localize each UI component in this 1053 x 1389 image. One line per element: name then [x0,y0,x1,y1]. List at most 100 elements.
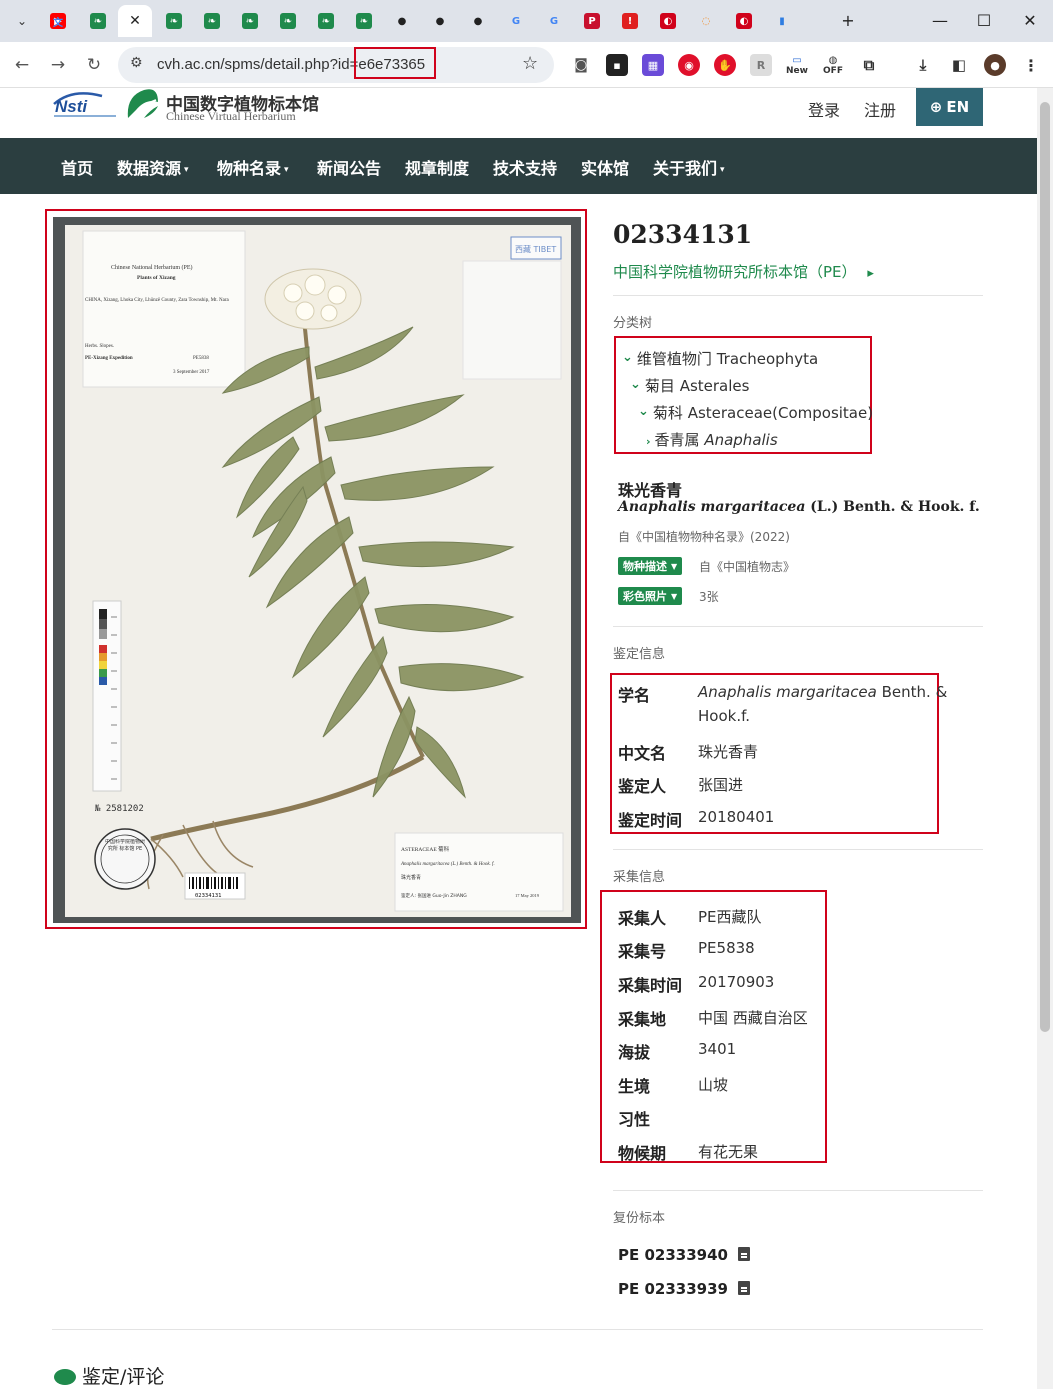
scrollbar-thumb[interactable] [1040,102,1050,1032]
divider [613,849,983,850]
species-description-label: 物种描述 [623,560,667,573]
logo-english-title[interactable]: Chinese Virtual Herbarium [166,109,296,124]
nav-item[interactable]: 物种名录 ▾ [217,155,289,179]
chevron-right-icon[interactable]: › [646,435,651,448]
browser-tab[interactable]: ◐ [650,5,686,37]
close-icon[interactable]: ✕ [127,13,143,29]
red-circle-icon: ◐ [736,13,752,29]
extension-gray-icon[interactable]: R [750,54,772,76]
nav-item[interactable]: 实体馆 [581,155,629,179]
tab-search-dropdown[interactable]: ⌄ [4,5,40,37]
det-date: 17 May 2019 [515,893,540,898]
browser-tab[interactable]: ❧ [308,5,344,37]
browser-tab[interactable]: P [574,5,610,37]
site-info-icon[interactable]: ⚙ [130,55,143,71]
browser-tab[interactable]: ❧ [346,5,382,37]
nav-item[interactable]: 新闻公告 [317,155,381,179]
browser-tab[interactable]: ! [612,5,648,37]
arrow-right-icon: → [50,55,66,75]
color-photos-button[interactable]: 彩色照片 ▼ [618,587,683,605]
forward-button[interactable]: → [46,53,70,77]
species-description-button[interactable]: 物种描述 ▼ [618,557,683,575]
document-icon[interactable] [737,1247,750,1261]
extension-hand-icon[interactable]: ✋ [714,54,736,76]
extensions-puzzle-icon[interactable]: ⧉ [858,54,880,76]
nav-item[interactable]: 数据资源 ▾ [117,155,189,179]
browser-tab[interactable]: ◌ [688,5,724,37]
translate-icon: 文 [53,17,63,29]
document-icon[interactable] [737,1281,750,1295]
url-input[interactable]: ⚙ cvh.ac.cn/spms/detail.php?id=e6e73365 … [118,47,554,83]
nav-item[interactable]: 关于我们 ▾ [653,155,725,179]
browser-tab[interactable]: ✕ [118,5,152,37]
camera-icon[interactable]: ◙ [570,54,592,76]
browser-tab[interactable]: ❧ [232,5,268,37]
chevron-down-icon[interactable]: ⌄ [630,377,641,392]
ident-key-date: 鉴定时间 [618,811,683,830]
taxonomy-node[interactable]: ⌄ 维管植物门 Tracheophyta [622,348,818,369]
chevron-down-icon[interactable]: ⌄ [638,404,649,419]
plus-icon: + [841,10,855,30]
new-tab-button[interactable]: + [834,8,862,32]
species-scientific-name: Anaphalis margaritacea (L.) Benth. & Hoo… [618,499,980,515]
github-icon: ● [397,15,407,27]
browser-tab[interactable]: ◐ [726,5,762,37]
extension-grid-icon[interactable]: ▦ [642,54,664,76]
extension-off-icon[interactable]: ◍ OFF [822,54,844,76]
browser-tab[interactable]: ● [422,5,458,37]
taxonomy-node[interactable]: › 香青属 Anaphalis [646,429,778,450]
extension-new-label: New [786,65,808,76]
chevron-down-icon[interactable]: ⌄ [622,350,633,365]
collection-value: 20170903 [698,973,775,991]
maximize-button[interactable]: ☐ [970,8,998,32]
specimen-image[interactable]: Chinese National Herbarium (PE) Plants o… [53,217,581,923]
duplicate-item-label: PE 02333940 [618,1246,728,1264]
extension-weibo-icon[interactable]: ◉ [678,54,700,76]
herbarium-seal-text: 中国科学院植物研究所 标本馆 PE [105,839,145,852]
taxonomy-node-latin: Tracheophyta [716,350,819,368]
institution-link[interactable]: 中国科学院植物研究所标本馆（PE） ▸ [613,261,874,282]
bookmark-star-icon[interactable]: ☆ [522,53,538,74]
login-link[interactable]: 登录 [808,97,840,121]
nav-item[interactable]: 首页 [61,155,93,179]
duplicate-item[interactable]: PE 02333939 [618,1280,750,1298]
nav-item-label: 数据资源 [117,159,182,178]
language-switch-button[interactable]: ⊕ EN [916,88,983,126]
browser-tab[interactable]: 文 [40,5,76,37]
browser-tab[interactable]: ❧ [156,5,192,37]
ident-value-date: 20180401 [698,808,775,826]
browser-tab[interactable]: G [498,5,534,37]
label-expedition: PE-Xizang Expedition [85,356,133,361]
nav-item-label: 物种名录 [217,159,282,178]
register-link[interactable]: 注册 [864,97,896,121]
browser-tab[interactable]: ❧ [194,5,230,37]
browser-menu-icon[interactable]: ⋮ [1020,54,1042,76]
extension-new-icon[interactable]: ▭ New [786,54,808,76]
browser-tab[interactable]: ● [384,5,420,37]
duplicate-item[interactable]: PE 02333940 [618,1246,750,1264]
page-scrollbar[interactable] [1037,88,1053,1389]
taxonomy-node[interactable]: ⌄ 菊科 Asteraceae(Compositae) [638,402,873,423]
species-chinese-name: 珠光香青 [618,481,683,500]
caret-down-icon: ▾ [184,165,189,175]
browser-tab[interactable]: G [536,5,572,37]
back-button[interactable]: ← [10,53,34,77]
download-icon[interactable]: ⤓ [912,54,934,76]
minimize-button[interactable]: — [926,8,954,32]
browser-tab[interactable]: ❧ [80,5,116,37]
browser-tab[interactable]: ● [460,5,496,37]
side-panel-icon[interactable]: ◧ [948,54,970,76]
nsti-logo[interactable]: Nsti [52,90,118,120]
taxonomy-node[interactable]: ⌄ 菊目 Asterales [630,375,749,396]
extension-mask-icon[interactable]: ▪ [606,54,628,76]
cvh-leaf-logo[interactable] [124,88,160,122]
comments-icon [54,1369,76,1385]
profile-avatar[interactable]: ● [984,54,1006,76]
close-window-button[interactable]: ✕ [1016,8,1044,32]
nav-item[interactable]: 规章制度 [405,155,469,179]
browser-tab[interactable]: ❧ [270,5,306,37]
nav-item[interactable]: 技术支持 [493,155,557,179]
reload-button[interactable]: ↻ [82,53,106,77]
browser-tab[interactable]: ▮ [764,5,800,37]
chevron-down-icon: ⌄ [16,14,28,28]
